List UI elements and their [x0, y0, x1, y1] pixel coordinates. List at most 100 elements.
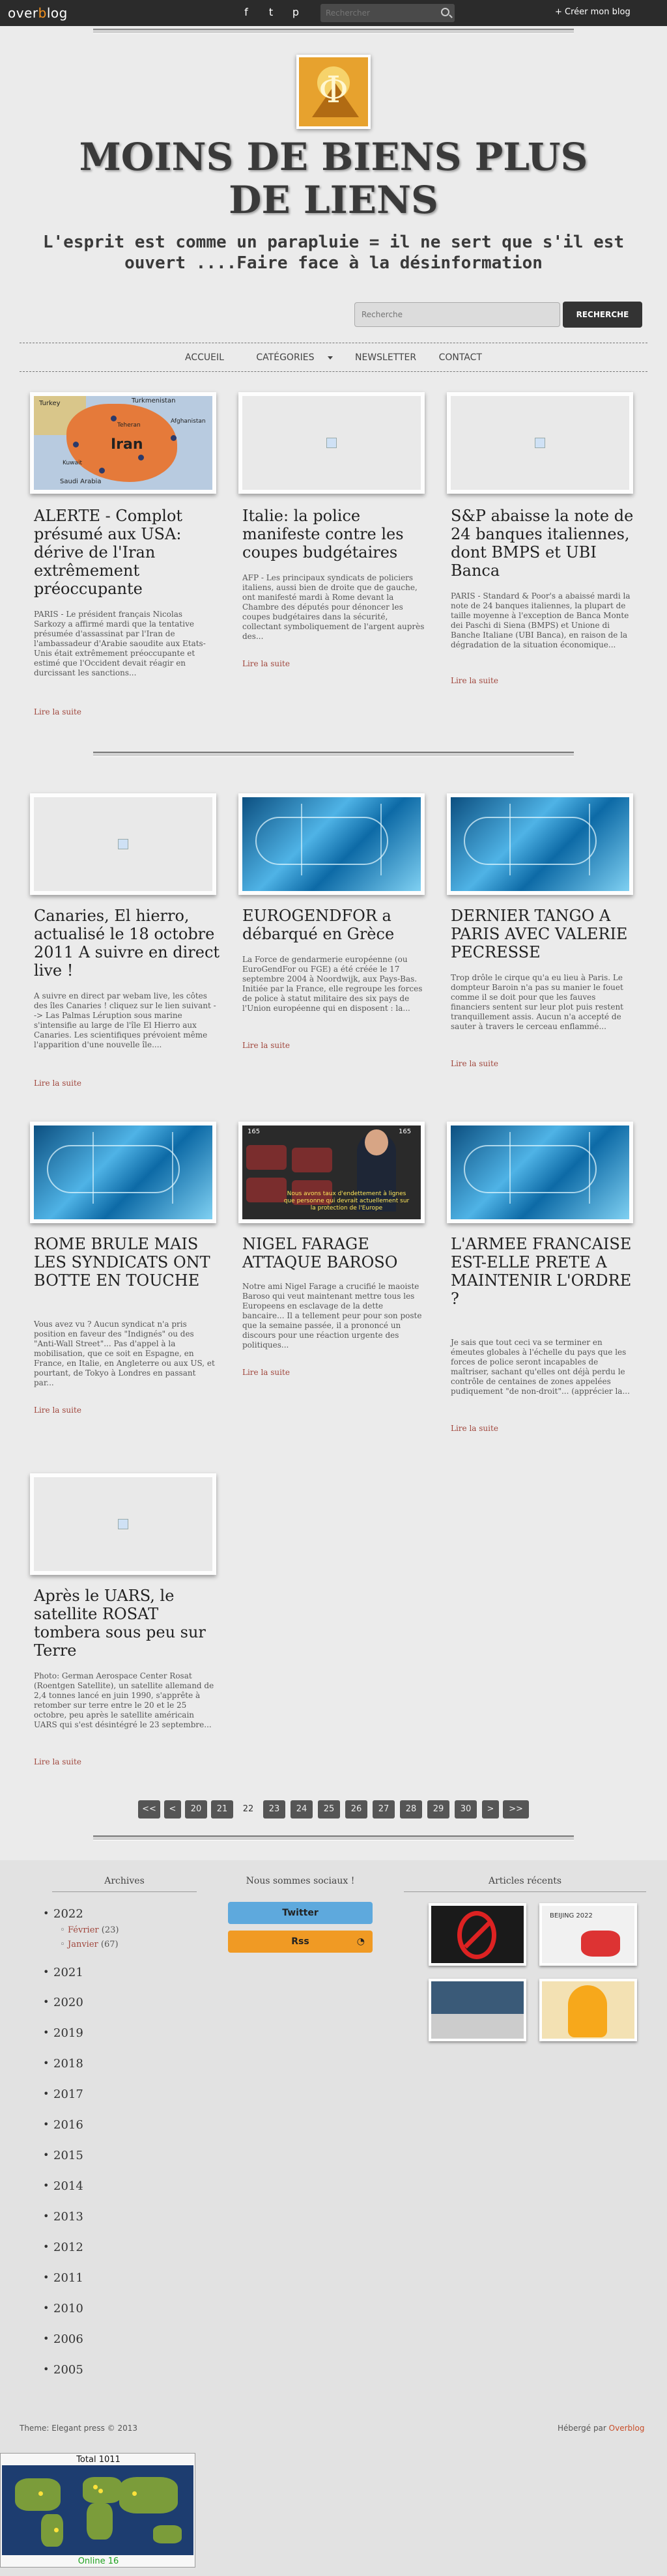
archive-month[interactable]: Janvier (67) — [60, 1940, 119, 1949]
article-title[interactable]: Italie: la police manifeste contre les c… — [242, 507, 430, 561]
overblog-link[interactable]: Overblog — [609, 2424, 645, 2433]
read-more-link[interactable]: Lire la suite — [34, 1757, 81, 1766]
archive-year[interactable]: 2010 — [43, 2302, 83, 2315]
recent-article-thumbnail[interactable] — [429, 1903, 526, 1966]
footer-divider — [93, 1835, 574, 1841]
recent-article-thumbnail[interactable]: BEIJING 2022 — [539, 1903, 637, 1966]
blog-avatar[interactable]: Φ — [296, 55, 371, 129]
create-blog-link[interactable]: + Créer mon blog — [555, 7, 631, 17]
search-input[interactable] — [354, 302, 560, 327]
page-prev[interactable]: < — [164, 1800, 181, 1819]
page-link[interactable]: 30 — [455, 1800, 477, 1819]
article-title[interactable]: EUROGENDFOR a débarqué en Grèce — [242, 907, 430, 943]
nav-contact[interactable]: CONTACT — [439, 348, 482, 367]
article-excerpt: PARIS - Le président français Nicolas Sa… — [34, 610, 206, 677]
archive-year[interactable]: 2020 — [43, 1996, 83, 2009]
page-last[interactable]: >> — [503, 1800, 529, 1819]
archive-year[interactable]: 2016 — [43, 2118, 83, 2132]
article-excerpt: A suivre en direct par webam live, les c… — [34, 991, 216, 1049]
row-divider — [93, 752, 574, 757]
broken-image-icon — [535, 438, 545, 448]
site-subtitle: L'esprit est comme un parapluie = il ne … — [42, 233, 625, 273]
archive-year[interactable]: 2012 — [43, 2241, 83, 2254]
page-link[interactable]: 26 — [345, 1800, 367, 1819]
page-link[interactable]: 23 — [263, 1800, 285, 1819]
top-search — [320, 4, 455, 22]
visitor-online: Online 16 — [78, 2556, 119, 2566]
archive-year[interactable]: 2014 — [43, 2179, 83, 2193]
article-title[interactable]: Canaries, El hierro, actualisé le 18 oct… — [34, 907, 221, 980]
article-title[interactable]: NIGEL FARAGE ATTAQUE BAROSO — [242, 1235, 430, 1271]
archive-year[interactable]: 2022 — [43, 1907, 83, 1921]
recent-article-thumbnail[interactable] — [429, 1979, 526, 2041]
article-excerpt: Photo: German Aerospace Center Rosat (Ro… — [34, 1671, 214, 1729]
article-title[interactable]: Après le UARS, le satellite ROSAT tomber… — [34, 1587, 221, 1660]
page-next[interactable]: > — [482, 1800, 499, 1819]
archive-year[interactable]: 2018 — [43, 2057, 83, 2071]
read-more-link[interactable]: Lire la suite — [34, 1079, 81, 1088]
article-excerpt: La Force de gendarmerie européenne (ou E… — [242, 955, 423, 1013]
article-thumbnail[interactable] — [30, 1122, 216, 1223]
visitor-map-widget[interactable]: Total 1011 Online 16 — [0, 2453, 195, 2568]
article-title[interactable]: DERNIER TANGO A PARIS AVEC VALERIE PECRE… — [451, 907, 638, 961]
article-excerpt: PARIS - Standard & Poor's a abaissé mard… — [451, 591, 631, 649]
read-more-link[interactable]: Lire la suite — [34, 707, 81, 716]
top-search-input[interactable] — [320, 4, 435, 22]
visitor-total: Total 1011 — [76, 2455, 121, 2465]
recent-article-thumbnail[interactable] — [539, 1979, 637, 2041]
article-thumbnail[interactable] — [447, 793, 633, 895]
nav-categories[interactable]: CATÉGORIES — [246, 348, 333, 367]
page-link[interactable]: 25 — [318, 1800, 340, 1819]
article-thumbnail[interactable] — [238, 793, 425, 895]
archive-year[interactable]: 2005 — [43, 2363, 83, 2377]
archive-year[interactable]: 2011 — [43, 2271, 83, 2285]
page-link[interactable]: 28 — [400, 1800, 422, 1819]
nav-newsletter[interactable]: NEWSLETTER — [355, 348, 416, 367]
read-more-link[interactable]: Lire la suite — [451, 1424, 498, 1433]
overblog-logo[interactable]: overblog — [8, 5, 68, 21]
page-link[interactable]: 24 — [291, 1800, 313, 1819]
archive-year[interactable]: 2015 — [43, 2149, 83, 2162]
article-title[interactable]: ROME BRULE MAIS LES SYNDICATS ONT BOTTE … — [34, 1235, 221, 1290]
archive-year[interactable]: 2021 — [43, 1966, 83, 1979]
article-thumbnail[interactable]: 165 165 Nous avons taux d'endettement à … — [238, 1122, 425, 1223]
nav-accueil[interactable]: ACCUEIL — [185, 348, 224, 367]
archive-year[interactable]: 2006 — [43, 2332, 83, 2346]
read-more-link[interactable]: Lire la suite — [34, 1406, 81, 1415]
page-link[interactable]: 27 — [373, 1800, 395, 1819]
search-button[interactable]: RECHERCHE — [563, 302, 642, 328]
article-title[interactable]: L'ARMEE FRANCAISE EST-ELLE PRETE A MAINT… — [451, 1235, 638, 1308]
archive-year[interactable]: 2013 — [43, 2210, 83, 2224]
read-more-link[interactable]: Lire la suite — [451, 676, 498, 685]
article-thumbnail[interactable] — [447, 392, 633, 494]
article-thumbnail[interactable]: Iran Teheran Turkey Kuwait Saudi Arabia … — [30, 392, 216, 494]
read-more-link[interactable]: Lire la suite — [242, 1368, 290, 1377]
search-icon[interactable] — [441, 8, 449, 16]
article-title[interactable]: ALERTE - Complot présumé aux USA: dérive… — [34, 507, 221, 598]
read-more-link[interactable]: Lire la suite — [242, 1041, 290, 1050]
page-link[interactable]: 21 — [211, 1800, 233, 1819]
archive-year[interactable]: 2017 — [43, 2088, 83, 2101]
site-title[interactable]: MOINS DE BIENS PLUS DE LIENS — [65, 135, 602, 221]
article-excerpt: Trop drôle le cirque qu'a eu lieu à Pari… — [451, 973, 623, 1031]
page-link[interactable]: 29 — [427, 1800, 449, 1819]
pinterest-icon[interactable]: p — [289, 6, 302, 19]
facebook-icon[interactable]: f — [240, 6, 253, 19]
theme-credit: Theme: Elegant press © 2013 — [20, 2424, 137, 2433]
page-first[interactable]: << — [138, 1800, 160, 1819]
archive-year[interactable]: 2019 — [43, 2026, 83, 2040]
read-more-link[interactable]: Lire la suite — [242, 659, 290, 668]
twitter-icon[interactable]: t — [264, 6, 277, 19]
twitter-button[interactable]: Twitter — [228, 1902, 373, 1924]
article-thumbnail[interactable] — [447, 1122, 633, 1223]
page-link[interactable]: 20 — [185, 1800, 207, 1819]
top-bar: overblog f t p + Créer mon blog — [0, 0, 667, 26]
article-thumbnail[interactable] — [30, 1473, 216, 1575]
read-more-link[interactable]: Lire la suite — [451, 1059, 498, 1068]
archive-month[interactable]: Février (23) — [60, 1925, 119, 1935]
article-title[interactable]: S&P abaisse la note de 24 banques italie… — [451, 507, 638, 580]
rss-button[interactable]: Rss ◔ — [228, 1931, 373, 1953]
divider — [404, 1891, 646, 1892]
article-thumbnail[interactable] — [30, 793, 216, 895]
article-thumbnail[interactable] — [238, 392, 425, 494]
